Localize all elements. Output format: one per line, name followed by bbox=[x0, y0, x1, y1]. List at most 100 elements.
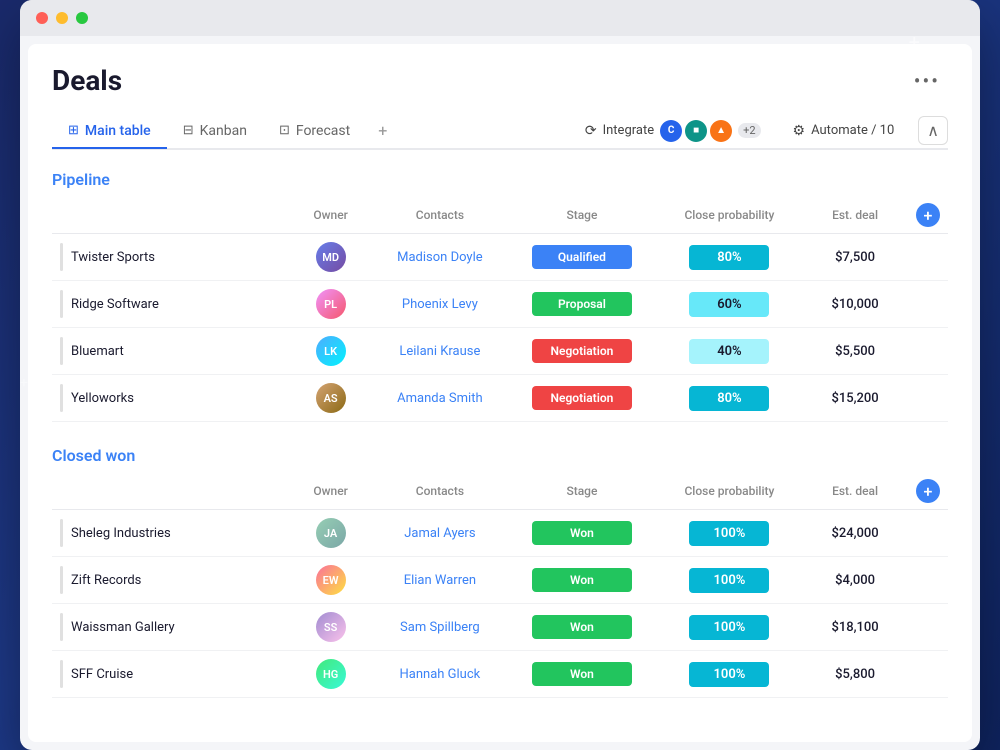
automate-icon: ⚙ bbox=[793, 123, 806, 139]
integrate-label: Integrate bbox=[603, 123, 655, 138]
main-content: Deals ••• ⊞ Main table ⊟ Kanban ⊡ Foreca… bbox=[28, 44, 972, 742]
est-deal-value: $7,500 bbox=[835, 250, 875, 265]
probability-badge: 100% bbox=[689, 521, 769, 546]
cw-col-stage: Stage bbox=[511, 473, 653, 510]
est-deal-value: $5,800 bbox=[835, 667, 875, 682]
stage-badge: Won bbox=[532, 521, 632, 545]
contact-link[interactable]: Leilani Krause bbox=[399, 344, 480, 359]
add-tab-button[interactable]: + bbox=[366, 113, 399, 148]
stage-badge: Negotiation bbox=[532, 339, 632, 363]
contact-link[interactable]: Elian Warren bbox=[404, 573, 476, 588]
avatar: PL bbox=[316, 289, 346, 319]
forecast-icon: ⊡ bbox=[279, 123, 290, 138]
probability-badge: 100% bbox=[689, 662, 769, 687]
maximize-dot[interactable] bbox=[76, 12, 88, 24]
deal-name: Zift Records bbox=[71, 573, 141, 588]
avatar: EW bbox=[316, 565, 346, 595]
table-row: Waissman Gallery SSSam SpillbergWon100%$… bbox=[52, 604, 948, 651]
tab-main-table-label: Main table bbox=[85, 123, 151, 139]
col-add: + bbox=[904, 197, 948, 234]
stage-badge: Won bbox=[532, 615, 632, 639]
col-deal-name bbox=[52, 197, 292, 234]
automate-label: Automate / 10 bbox=[811, 123, 894, 138]
more-menu-button[interactable]: ••• bbox=[906, 65, 948, 97]
deal-bar bbox=[60, 243, 63, 271]
minimize-dot[interactable] bbox=[56, 12, 68, 24]
deal-name: Sheleg Industries bbox=[71, 526, 171, 541]
table-row: SFF Cruise HG Hannah Gluck Won 100% $5,800 bbox=[52, 651, 948, 698]
deal-name: Twister Sports bbox=[71, 250, 155, 265]
contact-link[interactable]: Amanda Smith bbox=[397, 391, 482, 406]
contact-link[interactable]: Jamal Ayers bbox=[404, 526, 475, 541]
deal-name: Yelloworks bbox=[71, 391, 134, 406]
closed-won-table: Owner Contacts Stage Close probability E… bbox=[52, 473, 948, 698]
star-decoration-left: + bbox=[20, 375, 28, 391]
chevron-icon: ∧ bbox=[927, 121, 939, 140]
integrate-icon-1: C bbox=[660, 120, 682, 142]
star-decoration-left2: + bbox=[30, 413, 36, 424]
tab-main-table[interactable]: ⊞ Main table bbox=[52, 115, 167, 149]
tab-forecast-label: Forecast bbox=[296, 123, 350, 139]
deal-name-cell: Waissman Gallery bbox=[60, 613, 284, 641]
deal-name-cell: Twister Sports bbox=[60, 243, 284, 271]
deal-name: Bluemart bbox=[71, 344, 124, 359]
table-row: Bluemart LKLeilani KrauseNegotiation40%$… bbox=[52, 328, 948, 375]
contact-link[interactable]: Phoenix Levy bbox=[402, 297, 478, 312]
stage-badge: Qualified bbox=[532, 245, 632, 269]
deal-bar bbox=[60, 290, 63, 318]
automate-button[interactable]: ⚙ Automate / 10 bbox=[785, 119, 903, 143]
page-title: Deals bbox=[52, 64, 122, 97]
stage-badge: Won bbox=[532, 568, 632, 592]
probability-badge: 60% bbox=[689, 292, 769, 317]
deal-name: SFF Cruise bbox=[71, 667, 133, 682]
integrate-icon-3: ▲ bbox=[710, 120, 732, 142]
probability-badge: 80% bbox=[689, 386, 769, 411]
table-row: Ridge Software PLPhoenix LevyProposal60%… bbox=[52, 281, 948, 328]
avatar: LK bbox=[316, 336, 346, 366]
probability-badge: 100% bbox=[689, 568, 769, 593]
avatar: AS bbox=[316, 383, 346, 413]
contact-link[interactable]: Madison Doyle bbox=[397, 250, 483, 265]
main-table-icon: ⊞ bbox=[68, 123, 79, 138]
est-deal-value: $15,200 bbox=[831, 391, 878, 406]
pipeline-table: Owner Contacts Stage Close probability E… bbox=[52, 197, 948, 422]
integrate-icons: C ■ ▲ bbox=[660, 120, 732, 142]
est-deal-value: $4,000 bbox=[835, 573, 875, 588]
closed-won-title: Closed won bbox=[52, 446, 135, 465]
cw-col-add: + bbox=[904, 473, 948, 510]
col-est-deal: Est. deal bbox=[806, 197, 904, 234]
deal-name-cell: Ridge Software bbox=[60, 290, 284, 318]
deal-name-cell: Sheleg Industries bbox=[60, 519, 284, 547]
kanban-icon: ⊟ bbox=[183, 123, 194, 138]
est-deal-value: $24,000 bbox=[831, 526, 878, 541]
deal-name-cell: Bluemart bbox=[60, 337, 284, 365]
contact-link[interactable]: Hannah Gluck bbox=[400, 667, 481, 682]
page-header: Deals ••• bbox=[52, 64, 948, 97]
integrate-button[interactable]: ⟳ Integrate C ■ ▲ +2 bbox=[577, 116, 769, 146]
est-deal-value: $5,500 bbox=[835, 344, 875, 359]
cw-add-column-button[interactable]: + bbox=[916, 479, 940, 503]
collapse-button[interactable]: ∧ bbox=[918, 116, 948, 145]
contact-link[interactable]: Sam Spillberg bbox=[400, 620, 480, 635]
col-contacts: Contacts bbox=[369, 197, 511, 234]
add-column-button[interactable]: + bbox=[916, 203, 940, 227]
table-row: Sheleg Industries JA Jamal Ayers Won 100% $2… bbox=[52, 510, 948, 557]
deal-bar bbox=[60, 566, 63, 594]
integrate-plus-badge: +2 bbox=[738, 123, 760, 138]
col-stage: Stage bbox=[511, 197, 653, 234]
table-row: Twister Sports MDMadison DoyleQualified8… bbox=[52, 234, 948, 281]
avatar: HG bbox=[316, 659, 346, 689]
tab-forecast[interactable]: ⊡ Forecast bbox=[263, 115, 366, 149]
avatar: JA bbox=[316, 518, 346, 548]
col-owner: Owner bbox=[292, 197, 368, 234]
probability-badge: 100% bbox=[689, 615, 769, 640]
close-dot[interactable] bbox=[36, 12, 48, 24]
stage-badge: Won bbox=[532, 662, 632, 686]
cw-col-est-deal: Est. deal bbox=[806, 473, 904, 510]
avatar: SS bbox=[316, 612, 346, 642]
tab-bar: ⊞ Main table ⊟ Kanban ⊡ Forecast + ⟳ Int… bbox=[52, 113, 948, 150]
app-window: Deals ••• ⊞ Main table ⊟ Kanban ⊡ Foreca… bbox=[20, 0, 980, 750]
est-deal-value: $10,000 bbox=[831, 297, 878, 312]
tab-kanban[interactable]: ⊟ Kanban bbox=[167, 115, 263, 149]
col-close-prob: Close probability bbox=[653, 197, 806, 234]
